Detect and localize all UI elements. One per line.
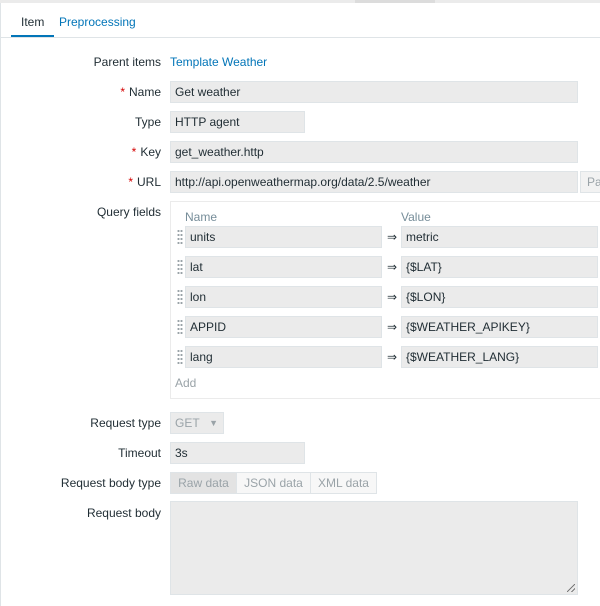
request-type-value: GET bbox=[175, 416, 200, 430]
url-label: * URL bbox=[128, 175, 161, 189]
query-row: APPID ⇒ {$WEATHER_APIKEY} bbox=[171, 316, 600, 338]
required-marker: * bbox=[120, 85, 125, 99]
query-name-input[interactable]: lang bbox=[185, 346, 382, 368]
add-query-field-link[interactable]: Add bbox=[175, 376, 196, 390]
drag-handle-icon[interactable] bbox=[177, 349, 183, 365]
query-row: units ⇒ metric bbox=[171, 226, 600, 248]
required-marker: * bbox=[128, 175, 133, 189]
drag-handle-icon[interactable] bbox=[177, 229, 183, 245]
request-type-select[interactable]: GET ▼ bbox=[170, 412, 224, 434]
chevron-down-icon: ▼ bbox=[209, 418, 218, 428]
url-field[interactable]: http://api.openweathermap.org/data/2.5/w… bbox=[170, 171, 578, 193]
query-name-input[interactable]: APPID bbox=[185, 316, 382, 338]
query-fields-table: Name Value units ⇒ metric lat ⇒ {$LAT} l… bbox=[170, 201, 600, 399]
tab-bar: Item Preprocessing bbox=[1, 3, 600, 38]
query-fields-label: Query fields bbox=[96, 205, 161, 219]
name-field[interactable]: Get weather bbox=[170, 81, 578, 103]
request-body-textarea[interactable] bbox=[170, 501, 578, 595]
query-value-input[interactable]: {$LON} bbox=[401, 286, 598, 308]
query-row: lon ⇒ {$LON} bbox=[171, 286, 600, 308]
url-label-text: URL bbox=[136, 175, 161, 189]
type-label: Type bbox=[134, 115, 161, 129]
key-label-text: Key bbox=[140, 145, 161, 159]
item-form-panel: Item Preprocessing Parent items Template… bbox=[0, 3, 600, 606]
parse-button[interactable]: Pa bbox=[580, 171, 600, 193]
parent-items-label: Parent items bbox=[93, 55, 161, 69]
resize-handle-icon[interactable] bbox=[567, 584, 575, 592]
tab-preprocessing[interactable]: Preprocessing bbox=[49, 3, 146, 37]
name-label: * Name bbox=[120, 85, 161, 99]
query-value-input[interactable]: {$LAT} bbox=[401, 256, 598, 278]
key-field[interactable]: get_weather.http bbox=[170, 141, 578, 163]
query-row: lat ⇒ {$LAT} bbox=[171, 256, 600, 278]
parent-template-link[interactable]: Template Weather bbox=[170, 55, 267, 69]
equals-operator: ⇒ bbox=[387, 350, 398, 364]
equals-operator: ⇒ bbox=[387, 320, 398, 334]
required-marker: * bbox=[131, 145, 137, 159]
raw-data-option[interactable]: Raw data bbox=[170, 472, 237, 494]
query-name-input[interactable]: units bbox=[185, 226, 382, 248]
xml-data-option[interactable]: XML data bbox=[310, 472, 377, 494]
timeout-field[interactable]: 3s bbox=[170, 442, 305, 464]
drag-handle-icon[interactable] bbox=[177, 259, 183, 275]
request-type-label: Request type bbox=[90, 416, 161, 430]
query-value-input[interactable]: {$WEATHER_APIKEY} bbox=[401, 316, 598, 338]
tab-item[interactable]: Item bbox=[11, 3, 55, 37]
query-value-header: Value bbox=[401, 210, 431, 224]
type-field[interactable]: HTTP agent bbox=[170, 111, 305, 133]
request-body-type-label: Request body type bbox=[60, 476, 161, 490]
query-value-input[interactable]: {$WEATHER_LANG} bbox=[401, 346, 598, 368]
drag-handle-icon[interactable] bbox=[177, 289, 183, 305]
name-label-text: Name bbox=[128, 85, 161, 99]
equals-operator: ⇒ bbox=[387, 290, 398, 304]
query-name-input[interactable]: lat bbox=[185, 256, 382, 278]
query-row: lang ⇒ {$WEATHER_LANG} bbox=[171, 346, 600, 368]
query-name-header: Name bbox=[185, 210, 218, 224]
request-body-label: Request body bbox=[86, 506, 161, 520]
drag-handle-icon[interactable] bbox=[177, 319, 183, 335]
json-data-option[interactable]: JSON data bbox=[236, 472, 311, 494]
timeout-label: Timeout bbox=[118, 446, 161, 460]
query-name-input[interactable]: lon bbox=[185, 286, 382, 308]
query-value-input[interactable]: metric bbox=[401, 226, 598, 248]
key-label: * Key bbox=[132, 145, 161, 159]
equals-operator: ⇒ bbox=[387, 260, 398, 274]
equals-operator: ⇒ bbox=[387, 230, 398, 244]
